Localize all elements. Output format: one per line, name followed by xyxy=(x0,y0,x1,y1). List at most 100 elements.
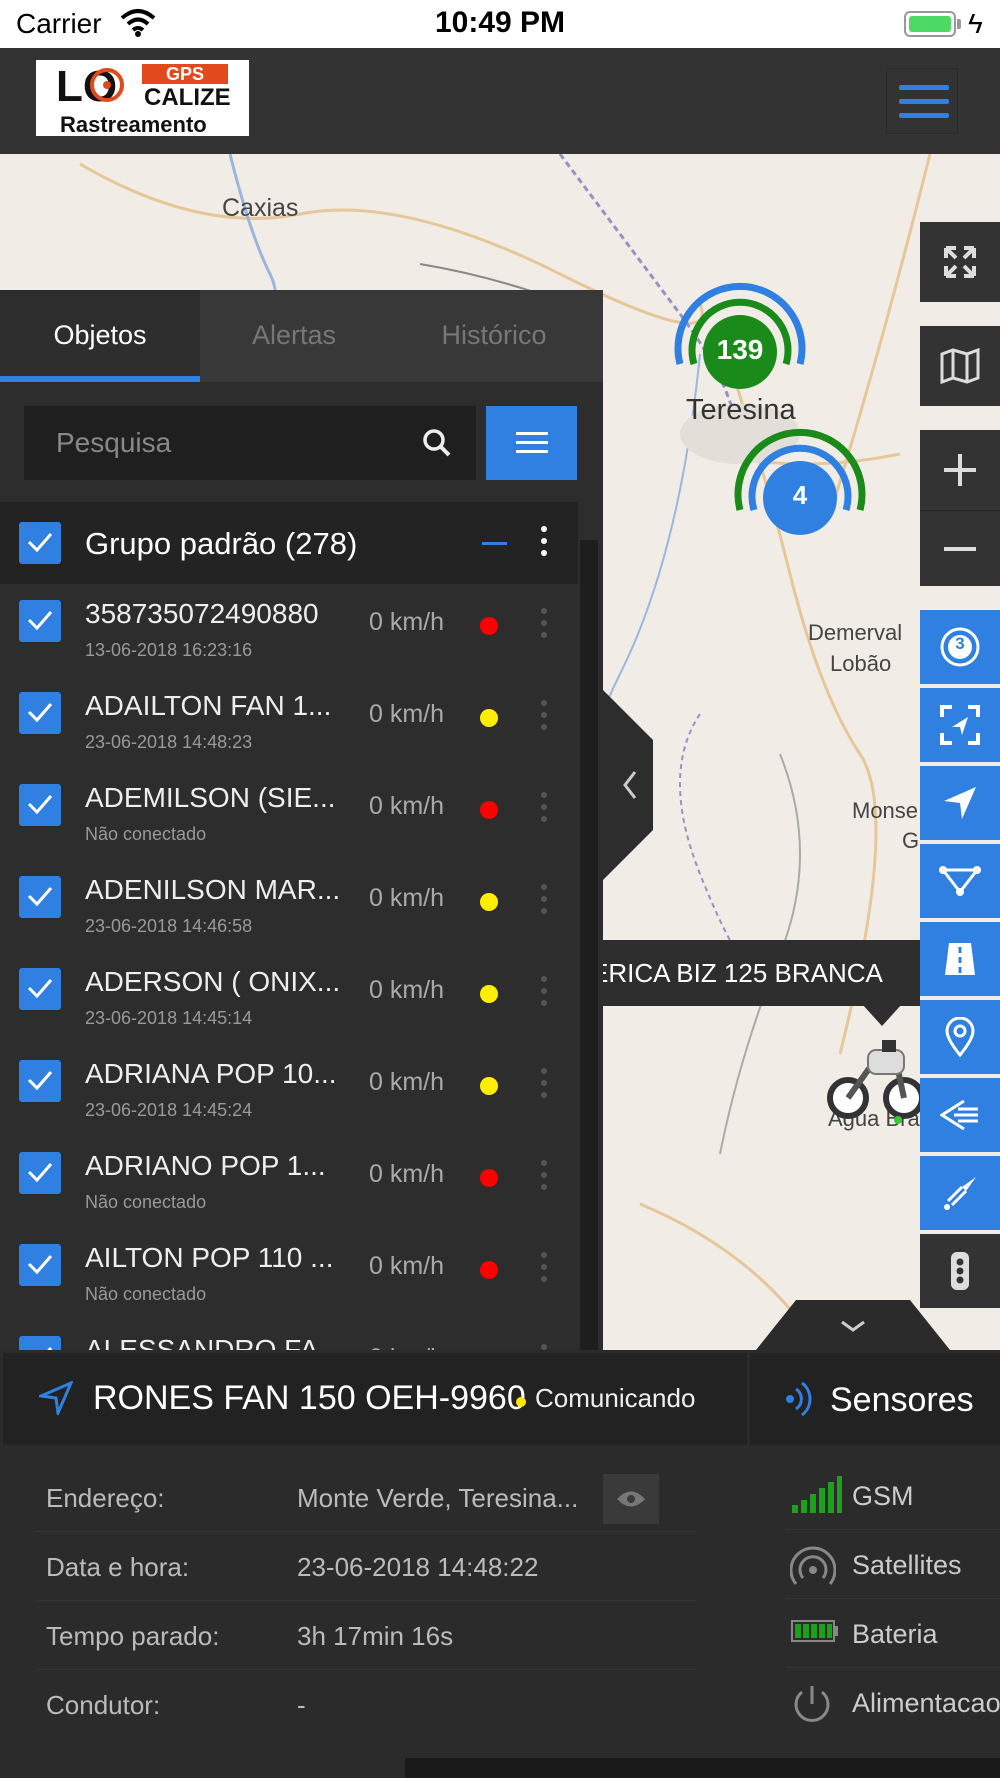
satellite-icon xyxy=(790,1546,836,1585)
zoom-in-button[interactable] xyxy=(920,430,1000,510)
item-checkbox[interactable] xyxy=(19,692,61,734)
logo-gps: GPS xyxy=(142,64,228,84)
item-checkbox[interactable] xyxy=(19,1060,61,1102)
sensor-label: GSM xyxy=(852,1481,914,1511)
route-icon xyxy=(939,866,981,896)
sensor-label: Satellites xyxy=(852,1550,962,1580)
road-button[interactable] xyxy=(920,922,1000,996)
route-button[interactable] xyxy=(920,844,1000,918)
vehicle-header: RONES FAN 150 OEH-9960 Comunicando xyxy=(3,1353,747,1445)
item-speed: 0 km/h xyxy=(369,976,445,1004)
cluster-marker[interactable]: 4 xyxy=(726,424,874,572)
tab-objetos[interactable]: Objetos xyxy=(0,290,200,382)
panel-tabs: Objetos Alertas Histórico xyxy=(0,290,603,382)
poi-button[interactable] xyxy=(920,1000,1000,1074)
signal-bars-icon xyxy=(792,1476,842,1513)
check-icon xyxy=(27,979,53,999)
item-menu-icon[interactable] xyxy=(541,1160,547,1196)
tab-alertas[interactable]: Alertas xyxy=(200,290,388,382)
search-icon[interactable] xyxy=(422,428,452,458)
list-item[interactable]: ADENILSON MAR... 23-06-2018 14:46:58 0 km/… xyxy=(0,862,578,954)
fit-bounds-icon xyxy=(940,705,980,745)
detail-key: Endereço: xyxy=(46,1483,165,1513)
fit-view-button[interactable] xyxy=(920,688,1000,762)
item-menu-icon[interactable] xyxy=(541,976,547,1012)
item-menu-icon[interactable] xyxy=(541,608,547,644)
item-menu-icon[interactable] xyxy=(541,1252,547,1288)
zoom-out-button[interactable] xyxy=(920,510,1000,586)
view-address-button[interactable] xyxy=(603,1474,659,1524)
status-dot xyxy=(480,1077,498,1095)
battery-nub xyxy=(957,19,961,29)
item-date: Não conectado xyxy=(85,824,207,844)
search-input[interactable]: Pesquisa xyxy=(24,406,476,480)
motorcycle-marker[interactable] xyxy=(824,1014,920,1124)
list-item[interactable]: ADRIANA POP 10... 23-06-2018 14:45:24 0 km… xyxy=(0,1046,578,1138)
sensor-label: Bateria xyxy=(852,1619,938,1649)
item-date: 23-06-2018 14:45:14 xyxy=(85,1008,253,1028)
more-vertical-icon xyxy=(951,1252,969,1290)
list-line xyxy=(516,432,548,435)
item-checkbox[interactable] xyxy=(19,876,61,918)
item-checkbox[interactable] xyxy=(19,784,61,826)
item-menu-icon[interactable] xyxy=(541,792,547,828)
menu-button[interactable] xyxy=(886,68,958,134)
send-list-icon xyxy=(940,1099,978,1131)
list-scrollbar[interactable] xyxy=(580,540,598,1350)
group-header[interactable]: Grupo padrão (278) xyxy=(0,502,578,584)
item-menu-icon[interactable] xyxy=(541,700,547,736)
item-checkbox[interactable] xyxy=(19,968,61,1010)
location-pin-icon xyxy=(945,1017,975,1057)
more-options-button[interactable] xyxy=(920,1234,1000,1308)
sensors-header[interactable]: Sensores xyxy=(750,1353,1000,1445)
follow-button[interactable] xyxy=(920,1156,1000,1230)
check-icon xyxy=(27,1255,53,1275)
list-item[interactable]: 358735072490880 13-06-2018 16:23:16 0 km/h xyxy=(0,586,578,678)
charging-icon: ϟ xyxy=(968,8,983,39)
plus-icon xyxy=(944,454,976,486)
item-speed: 0 km/h xyxy=(369,792,445,820)
cluster-marker[interactable]: 139 xyxy=(666,278,814,426)
item-checkbox[interactable] xyxy=(19,1336,61,1350)
list-item[interactable]: AILTON POP 110 ... Não conectado 0 km/h xyxy=(0,1230,578,1322)
detail-value: 3h 17min 16s xyxy=(297,1621,454,1651)
check-icon xyxy=(27,611,53,631)
sensors-title: Sensores xyxy=(830,1381,974,1419)
group-menu-icon[interactable] xyxy=(541,526,547,562)
check-icon xyxy=(27,533,53,553)
home-indicator xyxy=(405,1758,1000,1778)
menu-line xyxy=(899,85,949,90)
check-icon xyxy=(27,795,53,815)
item-checkbox[interactable] xyxy=(19,600,61,642)
map-layers-button[interactable] xyxy=(920,326,1000,406)
item-checkbox[interactable] xyxy=(19,1152,61,1194)
tab-historico[interactable]: Histórico xyxy=(388,290,600,382)
list-item[interactable]: ALESSANDRO FA...0 km/h xyxy=(0,1322,578,1350)
send-command-button[interactable] xyxy=(920,1078,1000,1152)
fullscreen-button[interactable] xyxy=(920,222,1000,302)
collapse-group-icon[interactable] xyxy=(482,542,507,545)
detail-value: - xyxy=(297,1690,306,1720)
item-menu-icon[interactable] xyxy=(541,1068,547,1104)
group-checkbox[interactable] xyxy=(19,522,61,564)
item-speed: 0 km/h xyxy=(369,700,445,728)
list-item[interactable]: ADERSON ( ONIX... 23-06-2018 14:45:14 0 km… xyxy=(0,954,578,1046)
item-name: ADAILTON FAN 1... xyxy=(85,690,332,721)
notifications-button[interactable]: 3 xyxy=(920,610,1000,684)
bottom-collapse-handle[interactable] xyxy=(756,1300,950,1350)
detail-value: Monte Verde, Teresina... xyxy=(297,1483,579,1513)
brand-logo[interactable]: LO GPS CALIZE Rastreamento xyxy=(36,60,249,137)
list-item[interactable]: ADEMILSON (SIE... Não conectado 0 km/h xyxy=(0,770,578,862)
item-menu-icon[interactable] xyxy=(541,884,547,920)
status-dot xyxy=(480,617,498,635)
list-item[interactable]: ADRIANO POP 1... Não conectado 0 km/h xyxy=(0,1138,578,1230)
list-options-button[interactable] xyxy=(486,406,577,480)
list-item[interactable]: ADAILTON FAN 1... 23-06-2018 14:48:23 0 km… xyxy=(0,678,578,770)
my-location-button[interactable] xyxy=(920,766,1000,840)
detail-key: Tempo parado: xyxy=(46,1621,220,1651)
map-label-lobao: Lobão xyxy=(830,651,892,676)
menu-line xyxy=(899,113,949,118)
detail-key: Data e hora: xyxy=(46,1552,190,1582)
panel-collapse-handle[interactable] xyxy=(603,690,653,880)
item-checkbox[interactable] xyxy=(19,1244,61,1286)
